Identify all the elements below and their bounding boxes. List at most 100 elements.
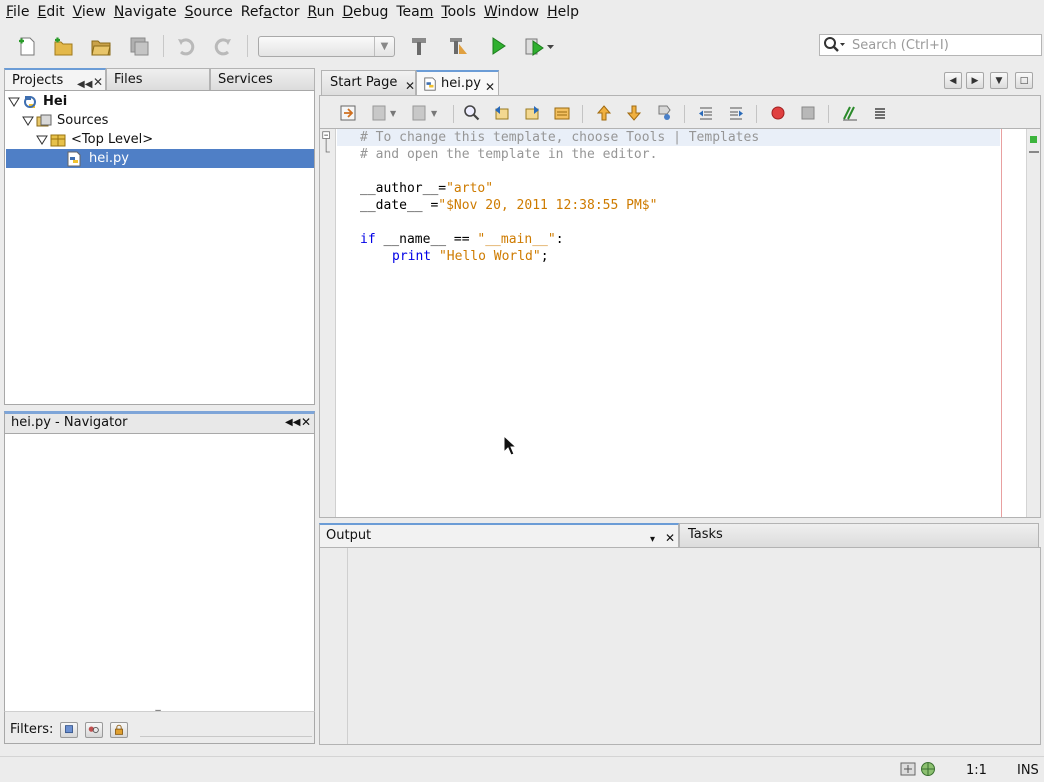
projects-tree: Hei Sources <Top Level> hei.py — [4, 90, 315, 405]
shift-right-icon[interactable] — [727, 104, 745, 122]
package-icon — [50, 134, 66, 146]
tab-projects-label: Projects — [12, 73, 64, 88]
left-panel-tabs: Projects ◀◀ ✕ Files Services — [4, 68, 315, 90]
menu-item[interactable]: Tools — [437, 0, 480, 25]
menu-item[interactable]: Run — [303, 0, 338, 25]
toggle-highlight-icon[interactable] — [553, 104, 571, 122]
scroll-right-icon[interactable]: ▶ — [966, 72, 984, 89]
tab-hei-py[interactable]: hei.py ✕ — [416, 70, 499, 95]
expand-icon[interactable] — [36, 134, 48, 146]
tab-projects[interactable]: Projects ◀◀ ✕ — [4, 68, 106, 90]
tree-node-top-level[interactable]: <Top Level> — [36, 130, 153, 149]
tab-output[interactable]: Output ▾ ✕ — [319, 523, 679, 547]
previous-bookmark-icon[interactable] — [595, 104, 613, 122]
menu-item[interactable]: View — [69, 0, 110, 25]
menu-item[interactable]: Source — [181, 0, 237, 25]
tab-start-page-label: Start Page — [330, 75, 398, 90]
editor-gutter — [320, 129, 336, 517]
menu-item[interactable]: Edit — [33, 0, 68, 25]
forward-dropdown-icon[interactable]: ▼ — [431, 109, 437, 118]
caret-position-mark — [1029, 151, 1039, 153]
code-line-7: if __name__ == "__main__": — [360, 232, 564, 247]
filter-private-button[interactable] — [110, 722, 128, 738]
menu-item[interactable]: Team — [392, 0, 437, 25]
configuration-combo[interactable]: ▼ — [258, 36, 395, 57]
menu-item[interactable]: Help — [543, 0, 583, 25]
shift-left-icon[interactable] — [697, 104, 715, 122]
menu-bar: File Edit View Navigate Source Refactor Run Deb… — [0, 0, 1044, 25]
search-field[interactable] — [819, 34, 1042, 56]
back-dropdown-icon[interactable]: ▼ — [390, 109, 396, 118]
scroll-left-icon[interactable]: ◀ — [944, 72, 962, 89]
editor-toolbar: ▼ ▼ — [319, 95, 1041, 128]
build-hammer-icon[interactable] — [406, 33, 432, 59]
tab-tasks[interactable]: Tasks — [679, 523, 1039, 547]
menu-item[interactable]: File — [2, 0, 33, 25]
project-name: Hei — [43, 94, 68, 109]
tab-services[interactable]: Services — [210, 68, 315, 90]
menu-item[interactable]: Navigate — [110, 0, 181, 25]
tab-files[interactable]: Files — [106, 68, 210, 90]
last-edit-icon[interactable] — [339, 104, 357, 122]
error-stripe[interactable] — [1026, 129, 1040, 517]
mouse-cursor-icon — [503, 435, 517, 456]
comment-icon[interactable] — [841, 104, 859, 122]
output-tabs: Output ▾ ✕ Tasks — [319, 523, 1041, 547]
menu-item[interactable]: Debug — [338, 0, 392, 25]
filters-label: Filters: — [10, 722, 54, 737]
clean-build-icon[interactable] — [445, 33, 471, 59]
save-all-icon[interactable] — [126, 33, 152, 59]
progress-globe-icon[interactable] — [920, 761, 936, 777]
find-next-icon[interactable] — [523, 104, 541, 122]
sources-package-icon — [36, 114, 52, 126]
fold-icon[interactable] — [322, 131, 334, 161]
start-macro-recording-icon[interactable] — [769, 104, 787, 122]
search-input[interactable] — [852, 37, 1037, 53]
run-icon[interactable] — [485, 33, 511, 59]
python-file-icon — [67, 151, 81, 166]
tab-services-label: Services — [218, 72, 273, 87]
tab-start-page[interactable]: Start Page ✕ — [321, 70, 416, 95]
menu-item[interactable]: Refactor — [237, 0, 304, 25]
tab-hei-py-label: hei.py — [441, 76, 481, 91]
undo-icon[interactable] — [173, 33, 199, 59]
minimize-icon[interactable]: ◀◀ — [285, 417, 300, 428]
top-level-label: <Top Level> — [71, 132, 154, 147]
filter-inherited-button[interactable] — [85, 722, 103, 738]
maximize-icon[interactable]: □ — [1015, 72, 1033, 89]
expand-icon[interactable] — [22, 115, 34, 127]
menu-item[interactable]: Window — [480, 0, 543, 25]
tab-tasks-label: Tasks — [688, 527, 723, 542]
output-side-toolbar — [320, 548, 348, 744]
uncomment-icon[interactable] — [871, 104, 889, 122]
next-bookmark-icon[interactable] — [625, 104, 643, 122]
tree-node-project[interactable]: Hei — [8, 92, 67, 111]
insert-mode: INS — [1017, 763, 1039, 778]
expand-icon[interactable] — [8, 96, 20, 108]
python-file-icon — [424, 77, 436, 91]
redo-icon[interactable] — [210, 33, 236, 59]
show-opened-documents-icon[interactable]: ▼ — [990, 72, 1008, 89]
forward-icon[interactable] — [411, 104, 429, 122]
code-line-8: print "Hello World"; — [392, 249, 549, 264]
status-ok-icon — [1030, 136, 1037, 143]
sources-label: Sources — [57, 113, 109, 128]
code-editor[interactable]: # To change this template, choose Tools … — [319, 128, 1041, 518]
new-project-icon[interactable] — [50, 33, 76, 59]
stop-macro-recording-icon[interactable] — [799, 104, 817, 122]
find-icon[interactable] — [463, 104, 481, 122]
open-project-icon[interactable] — [88, 33, 114, 59]
debug-dropdown-icon[interactable] — [544, 33, 558, 59]
tab-output-label: Output — [326, 528, 372, 543]
find-previous-icon[interactable] — [493, 104, 511, 122]
close-icon[interactable]: ✕ — [301, 415, 311, 429]
toggle-bookmark-icon[interactable] — [655, 104, 673, 122]
filter-fields-button[interactable] — [60, 722, 78, 738]
tree-node-sources[interactable]: Sources — [22, 111, 108, 130]
tree-node-file[interactable]: hei.py — [66, 149, 131, 168]
navigator-panel: ▼ — [4, 434, 315, 717]
notifications-icon[interactable] — [900, 761, 916, 777]
close-icon[interactable]: ✕ — [665, 527, 675, 549]
back-icon[interactable] — [371, 104, 389, 122]
new-file-icon[interactable] — [14, 33, 40, 59]
